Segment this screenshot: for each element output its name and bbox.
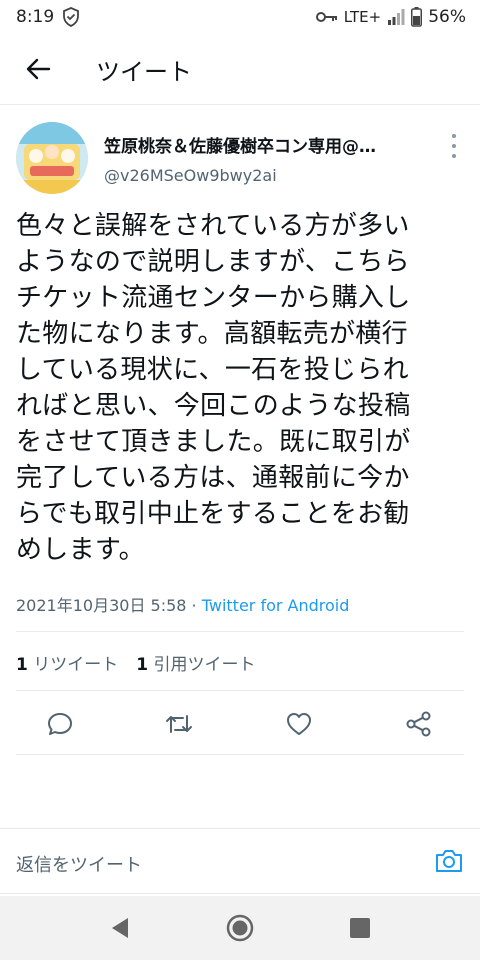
- reply-composer[interactable]: 返信をツイート: [0, 828, 480, 894]
- key-icon: [315, 12, 337, 22]
- arrow-left-icon: [26, 58, 51, 80]
- battery-icon: [411, 7, 423, 27]
- divider: [16, 690, 464, 691]
- more-dot-icon: [452, 134, 456, 138]
- share-icon: [406, 711, 431, 737]
- more-options-button[interactable]: [444, 134, 464, 158]
- retweet-icon: [166, 715, 192, 733]
- more-dot-icon: [452, 144, 456, 148]
- tweet-text: 色々と誤解をされている方が多い ようなので説明しますが、こちら チケット流通セン…: [16, 211, 411, 565]
- quote-count: 1: [136, 655, 149, 675]
- back-button[interactable]: [22, 53, 54, 85]
- more-dot-icon: [452, 154, 456, 158]
- home-circle-icon: [226, 914, 254, 942]
- reply-button[interactable]: [46, 710, 76, 740]
- page-title: ツイート: [96, 57, 192, 86]
- quote-stat[interactable]: 1 引用ツイート: [136, 650, 255, 675]
- meta-separator: ·: [186, 596, 202, 615]
- like-icon: [287, 713, 311, 735]
- tweet-timestamp[interactable]: 2021年10月30日 5:58: [16, 596, 186, 615]
- page-header: ツイート: [0, 34, 480, 105]
- clock: 8:19: [16, 7, 55, 27]
- shield-icon: [63, 7, 80, 27]
- tweet-stats: 1 リツイート 1 引用ツイート: [16, 650, 256, 675]
- avatar-image: [16, 122, 88, 194]
- network-type: LTE+: [343, 8, 382, 26]
- camera-button[interactable]: [434, 847, 464, 875]
- nav-home-button[interactable]: [226, 914, 254, 942]
- divider: [16, 631, 464, 632]
- system-navigation-bar: [0, 896, 480, 960]
- retweet-count: 1: [16, 655, 28, 675]
- signal-icon: [388, 9, 405, 25]
- reply-icon: [48, 713, 72, 735]
- camera-icon: [436, 850, 462, 872]
- status-right: LTE+ 56%: [315, 7, 466, 27]
- avatar[interactable]: [16, 122, 88, 194]
- tweet-meta: 2021年10月30日 5:58 · Twitter for Android: [16, 592, 349, 616]
- tweet-actions: [0, 700, 480, 750]
- tweet-source[interactable]: Twitter for Android: [202, 596, 350, 615]
- author-name[interactable]: 笠原桃奈＆佐藤優樹卒コン専用@…: [104, 132, 376, 157]
- tweet-author: 笠原桃奈＆佐藤優樹卒コン専用@… @v26MSeOw9bwy2ai: [16, 120, 464, 196]
- battery-level: 56%: [428, 7, 466, 27]
- author-handle[interactable]: @v26MSeOw9bwy2ai: [104, 166, 277, 185]
- recents-square-icon: [350, 918, 370, 938]
- share-button[interactable]: [405, 710, 435, 740]
- nav-back-button[interactable]: [106, 914, 134, 942]
- status-bar: 8:19 LTE+ 56%: [0, 0, 480, 34]
- like-button[interactable]: [285, 710, 315, 740]
- nav-recents-button[interactable]: [346, 914, 374, 942]
- quote-label: 引用ツイート: [153, 655, 256, 675]
- retweet-label: リツイート: [33, 655, 119, 675]
- divider: [16, 754, 464, 755]
- back-triangle-icon: [112, 918, 128, 938]
- retweet-stat[interactable]: 1 リツイート: [16, 650, 118, 675]
- status-left: 8:19: [16, 7, 80, 27]
- retweet-button[interactable]: [164, 710, 194, 740]
- reply-placeholder[interactable]: 返信をツイート: [16, 851, 142, 877]
